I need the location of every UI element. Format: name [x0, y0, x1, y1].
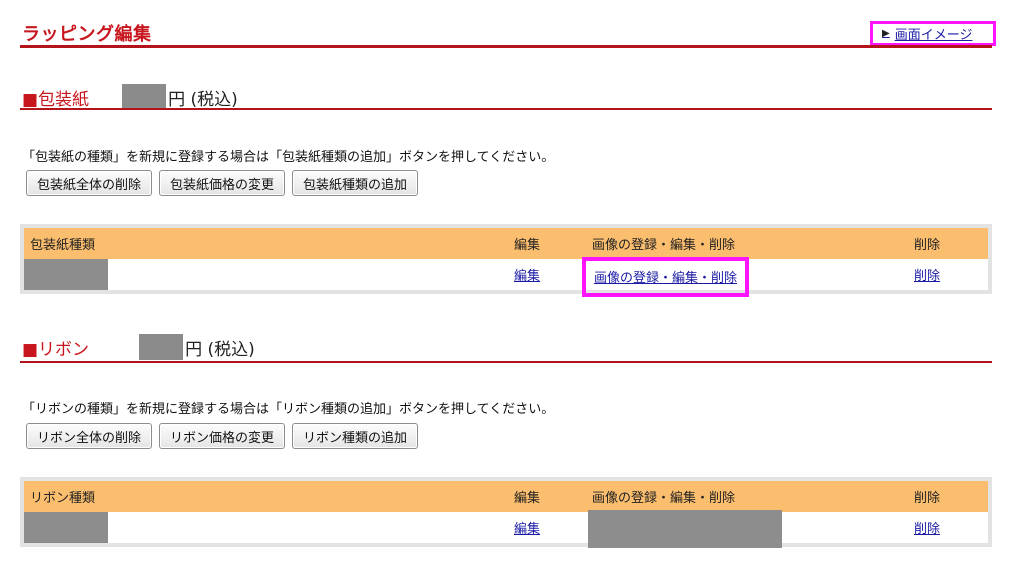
table-row: 編集 画像の登録・編集・削除 削除	[24, 256, 988, 297]
change-ribbon-price-button[interactable]: リボン価格の変更	[159, 423, 286, 449]
ribbon-divider	[20, 361, 992, 363]
ribbon-price-suffix: 円 (税込)	[185, 339, 255, 360]
ribbon-heading-label: ■リボン	[22, 339, 90, 360]
column-header-image: 画像の登録・編集・削除	[592, 238, 736, 253]
delete-link[interactable]: 削除	[914, 518, 940, 537]
ribbon-table-header: リボン種類 編集 画像の登録・編集・削除 削除	[24, 481, 988, 512]
ribbon-table: リボン種類 編集 画像の登録・編集・削除 削除 編集 削除	[20, 477, 992, 548]
column-header-type: リボン種類	[30, 491, 96, 506]
wrapping-type-cell	[24, 259, 508, 290]
page-title: ラッピング編集	[22, 24, 152, 45]
column-header-delete: 削除	[914, 238, 941, 253]
ribbon-type-redacted	[24, 512, 108, 543]
ribbon-type-cell	[24, 512, 508, 543]
change-wrapping-price-button[interactable]: 包装紙価格の変更	[159, 170, 286, 196]
ribbon-button-row: リボン全体の削除 リボン価格の変更 リボン種類の追加	[26, 423, 419, 449]
column-header-type: 包装紙種類	[30, 238, 96, 253]
table-row: 編集 削除	[24, 510, 988, 548]
edit-cell: 編集	[508, 259, 586, 290]
edit-link[interactable]: 編集	[514, 518, 540, 537]
image-cell: 画像の登録・編集・削除	[582, 256, 908, 297]
wrapping-section-heading: ■包装紙 円 (税込)	[22, 84, 238, 110]
edit-cell: 編集	[508, 512, 586, 543]
delete-link[interactable]: 削除	[914, 265, 940, 284]
wrapping-note: 「包装紙の種類」を新規に登録する場合は「包装紙種類の追加」ボタンを押してください…	[22, 150, 555, 165]
wrapping-table-header: 包装紙種類 編集 画像の登録・編集・削除 削除	[24, 228, 988, 259]
add-ribbon-type-button[interactable]: リボン種類の追加	[292, 423, 419, 449]
title-divider	[20, 45, 992, 48]
delete-cell: 削除	[908, 259, 988, 290]
wrapping-type-redacted	[24, 259, 108, 290]
image-link-highlight: 画像の登録・編集・削除	[582, 256, 750, 297]
column-header-delete: 削除	[914, 491, 941, 506]
triangle-right-icon: ▶	[882, 28, 890, 39]
wrapping-table: 包装紙種類 編集 画像の登録・編集・削除 削除 編集 画像の登録・編集・削除 削…	[20, 224, 992, 297]
wrapping-divider	[20, 108, 992, 110]
ribbon-note: 「リボンの種類」を新規に登録する場合は「リボン種類の追加」ボタンを押してください…	[22, 402, 555, 417]
delete-all-ribbon-button[interactable]: リボン全体の削除	[26, 423, 153, 449]
delete-cell: 削除	[908, 512, 988, 543]
column-header-image: 画像の登録・編集・削除	[592, 491, 736, 506]
image-manage-link[interactable]: 画像の登録・編集・削除	[594, 267, 737, 286]
ribbon-section-heading: ■リボン 円 (税込)	[22, 334, 255, 360]
column-header-edit: 編集	[514, 238, 541, 253]
column-header-edit: 編集	[514, 491, 541, 506]
wrapping-heading-label: ■包装紙	[22, 89, 90, 110]
wrapping-price-redacted	[122, 84, 167, 110]
delete-all-wrapping-button[interactable]: 包装紙全体の削除	[26, 170, 153, 196]
screen-image-link-label: 画面イメージ	[894, 28, 973, 43]
wrapping-button-row: 包装紙全体の削除 包装紙価格の変更 包装紙種類の追加	[26, 170, 419, 196]
add-wrapping-type-button[interactable]: 包装紙種類の追加	[292, 170, 419, 196]
screen-image-link[interactable]: ▶ 画面イメージ	[870, 21, 996, 46]
edit-link[interactable]: 編集	[514, 265, 540, 284]
wrapping-price-suffix: 円 (税込)	[168, 89, 238, 110]
ribbon-price-redacted	[139, 334, 184, 360]
image-cell	[586, 510, 908, 548]
ribbon-image-redacted	[588, 510, 782, 548]
